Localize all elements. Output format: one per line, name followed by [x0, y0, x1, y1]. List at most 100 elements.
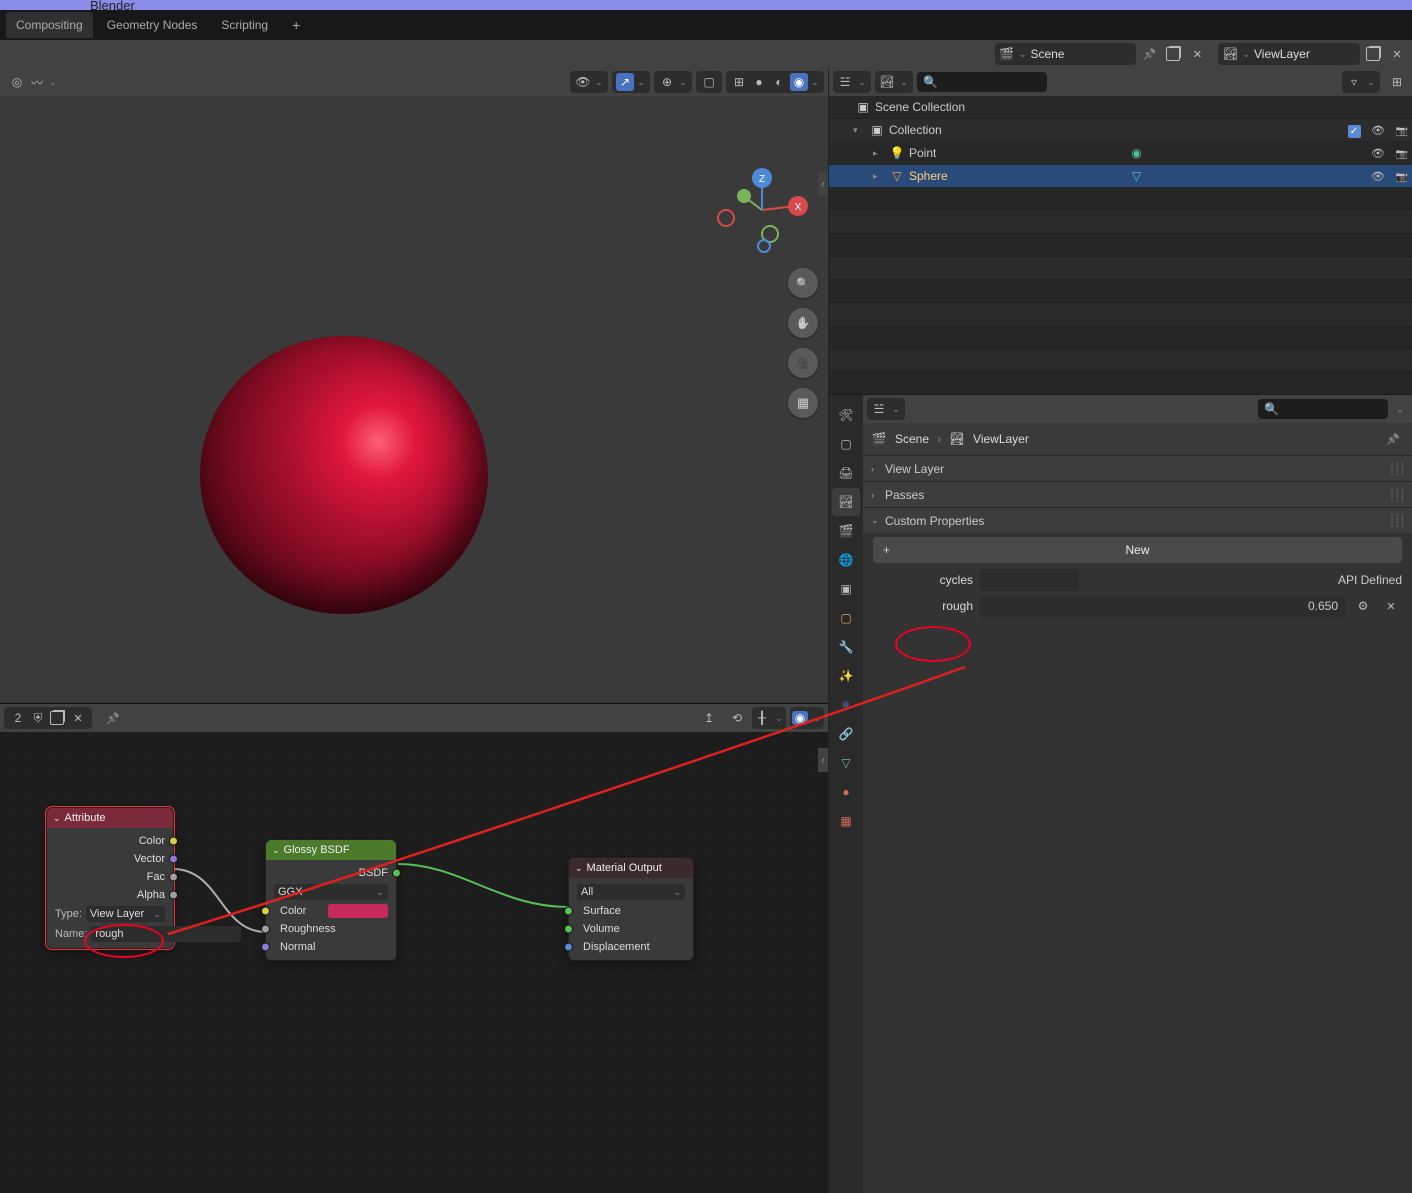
viewlayer-selector[interactable]: ⌄ [1218, 43, 1360, 65]
prop-tab-world[interactable]: 🌐 [832, 546, 860, 574]
outliner-mode-icon[interactable]: ☱ [837, 75, 853, 89]
node-attribute-header[interactable]: ⌄Attribute [47, 808, 173, 828]
snap-mode-icon[interactable]: ╂ [754, 711, 770, 725]
gear-icon[interactable]: ⚙ [1352, 595, 1374, 617]
panel-custom-properties[interactable]: ⌄Custom Properties┊┊┊ [863, 507, 1412, 533]
collection-render-toggle[interactable] [1392, 123, 1412, 137]
remove-prop-icon[interactable] [1380, 595, 1402, 617]
outliner-display-icon[interactable] [879, 75, 895, 89]
scene-selector[interactable]: 🎬 ⌄ [995, 43, 1137, 65]
shading-wireframe-icon[interactable]: ⊞ [730, 73, 748, 91]
prop-tab-modifiers[interactable]: 🔧 [832, 633, 860, 661]
remove-viewlayer-button[interactable] [1386, 43, 1408, 65]
prop-tab-physics[interactable]: ⚛ [832, 691, 860, 719]
point-visibility-toggle[interactable] [1368, 146, 1388, 160]
snap-node-icon[interactable]: ⟲ [726, 707, 748, 729]
cycles-value-field[interactable] [979, 569, 1079, 591]
properties-search[interactable]: 🔍 [1258, 399, 1388, 419]
new-custom-property-button[interactable]: + New [873, 537, 1402, 563]
gizmo-toggle-icon[interactable]: ↗ [616, 73, 634, 91]
glossy-color-swatch[interactable] [328, 904, 388, 918]
outliner-item-sphere[interactable]: ▽ Sphere ▽ [829, 165, 1412, 188]
parent-node-icon[interactable]: ↥ [698, 707, 720, 729]
tab-geometry-nodes[interactable]: Geometry Nodes [97, 12, 208, 38]
copy-scene-button[interactable] [1162, 43, 1184, 65]
properties-mode-icon[interactable]: ☱ [871, 402, 887, 416]
shading-rendered-icon[interactable]: ◉ [790, 73, 808, 91]
shield-icon[interactable]: ⛨ [30, 711, 46, 726]
pin-scene-button[interactable] [1138, 43, 1160, 65]
prop-tab-render[interactable]: ▢ [832, 430, 860, 458]
sphere-render-toggle[interactable] [1392, 169, 1412, 183]
prop-tab-particles[interactable]: ✨ [832, 662, 860, 690]
new-collection-icon[interactable]: ⊞ [1386, 71, 1408, 93]
copy-viewlayer-button[interactable] [1362, 43, 1384, 65]
glossy-distribution-select[interactable]: GGX [274, 884, 388, 900]
viewport-canvas[interactable]: Z X ‹ [0, 96, 828, 703]
rough-value-field[interactable]: 0.650 [979, 595, 1346, 617]
pin-material-button[interactable] [102, 707, 124, 729]
perspective-toggle-icon[interactable] [788, 388, 818, 418]
prop-tab-object[interactable]: ▢ [832, 604, 860, 632]
shading-material-icon[interactable]: ◐ [770, 73, 788, 91]
snapping-icon[interactable]: 〰 [28, 73, 46, 91]
svg-text:Z: Z [759, 174, 765, 185]
scene-icon: 🎬 [995, 47, 1019, 61]
outliner-item-point[interactable]: 💡 Point ◉ [829, 142, 1412, 165]
node-glossy-header[interactable]: ⌄Glossy BSDF [266, 840, 396, 860]
scene-name-input[interactable] [1026, 43, 1136, 65]
cursor-tool-icon[interactable]: ◎ [8, 73, 26, 91]
backdrop-toggle-icon[interactable]: ◉ [792, 711, 808, 725]
prop-tab-data[interactable]: ▽ [832, 749, 860, 777]
pan-tool-icon[interactable] [788, 308, 818, 338]
node-glossy-bsdf[interactable]: ⌄Glossy BSDF BSDF GGX Color Roughness No… [265, 839, 397, 961]
add-workspace-button[interactable]: + [282, 11, 310, 39]
prop-tab-scene[interactable]: 🎬 [832, 517, 860, 545]
prop-tab-constraints[interactable]: 🔗 [832, 720, 860, 748]
outliner-search[interactable]: 🔍 [917, 72, 1047, 92]
point-render-toggle[interactable] [1392, 146, 1412, 160]
nav-gizmo[interactable]: Z X [716, 164, 808, 256]
zoom-tool-icon[interactable] [788, 268, 818, 298]
pin-breadcrumb-button[interactable] [1382, 428, 1404, 450]
outliner-collection[interactable]: ▣ Collection [829, 119, 1412, 142]
attribute-type-select[interactable]: View Layer [86, 906, 165, 922]
prop-tab-collection[interactable]: ▣ [832, 575, 860, 603]
filter-icon[interactable]: ▿ [1346, 75, 1362, 89]
prop-tab-viewlayer[interactable]: 🏞 [832, 488, 860, 516]
viewlayer-name-input[interactable] [1250, 43, 1360, 65]
material-datablock[interactable]: 2 ⛨ [4, 707, 92, 729]
node-attribute[interactable]: ⌄Attribute Color Vector Fac Alpha Type:V… [46, 807, 174, 949]
collection-icon: ▣ [855, 99, 871, 115]
prop-tab-material[interactable]: ● [832, 778, 860, 806]
prop-tab-texture[interactable]: ▦ [832, 807, 860, 835]
attribute-name-input[interactable] [91, 926, 241, 942]
collection-visibility-toggle[interactable] [1368, 123, 1388, 137]
unlink-material-icon[interactable] [70, 711, 86, 725]
shading-solid-icon[interactable]: ● [750, 73, 768, 91]
xray-toggle-icon[interactable]: ▢ [700, 73, 718, 91]
sphere-visibility-toggle[interactable] [1368, 169, 1388, 183]
node-editor[interactable]: 2 ⛨ ↥ ⟲ ╂⌄ ◉⌄ ⌄Attribute [0, 703, 828, 1193]
copy-material-icon[interactable] [50, 711, 66, 725]
material-output-target-select[interactable]: All [577, 884, 685, 900]
panel-view-layer[interactable]: ›View Layer┊┊┊ [863, 455, 1412, 481]
panel-passes[interactable]: ›Passes┊┊┊ [863, 481, 1412, 507]
camera-view-icon[interactable] [788, 348, 818, 378]
remove-scene-button[interactable] [1186, 43, 1208, 65]
prop-tab-output[interactable]: 🖨 [832, 459, 860, 487]
visibility-icon[interactable]: 👁 [574, 73, 592, 91]
viewport-3d[interactable]: ◎ 〰 ⌄ 👁⌄ ↗⌄ ⊕⌄ ▢ ⊞ ● ◐ ◉ ⌄ Options [0, 68, 828, 703]
n-panel-handle[interactable]: ‹ [818, 172, 828, 196]
tab-scripting[interactable]: Scripting [211, 12, 278, 38]
tab-compositing[interactable]: Compositing [6, 12, 93, 38]
prop-tab-tool[interactable]: 🛠 [832, 401, 860, 429]
collection-include-toggle[interactable] [1348, 125, 1361, 138]
node-material-output-header[interactable]: ⌄Material Output [569, 858, 693, 878]
outliner-header: ☱⌄ ⌄ 🔍 ▿⌄ ⊞ [829, 68, 1412, 96]
node-n-panel-handle[interactable]: ‹ [818, 748, 828, 772]
app-title: Blender [90, 0, 135, 13]
overlays-toggle-icon[interactable]: ⊕ [658, 73, 676, 91]
outliner-scene-collection[interactable]: ▣ Scene Collection [829, 96, 1412, 119]
node-material-output[interactable]: ⌄Material Output All Surface Volume Disp… [568, 857, 694, 961]
